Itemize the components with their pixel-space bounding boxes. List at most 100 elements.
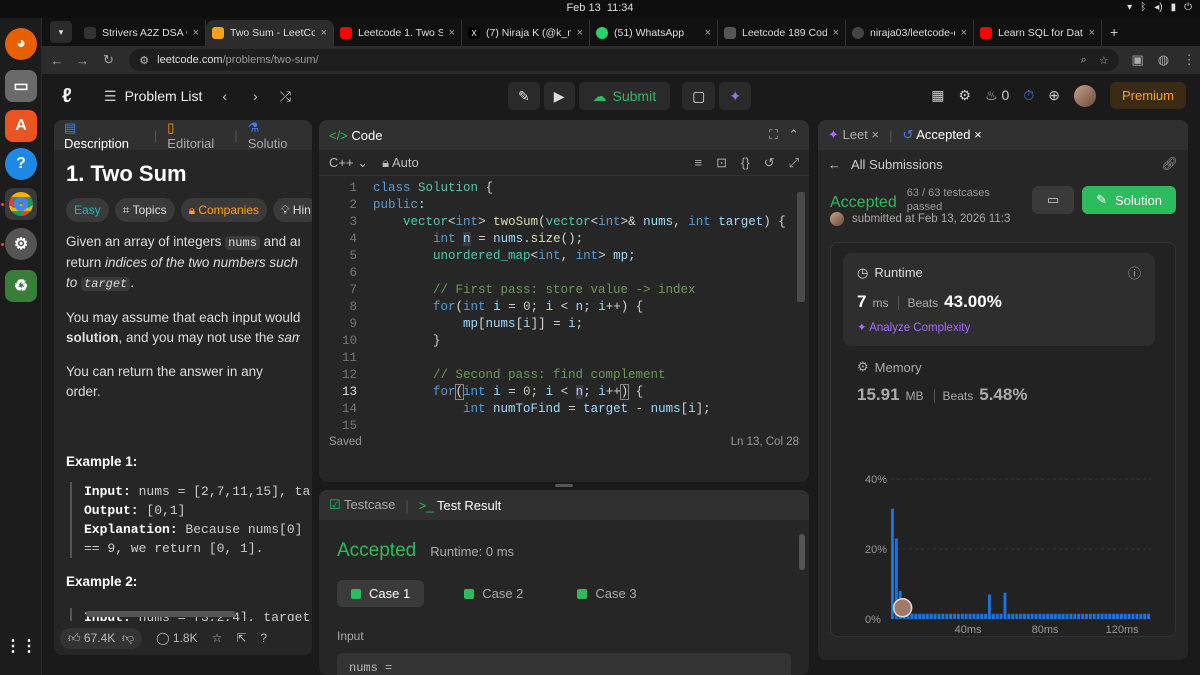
distribution-bar[interactable] — [1038, 613, 1042, 619]
your-submission-marker[interactable] — [892, 598, 913, 618]
thumbs-down-icon[interactable]: 👎︎ — [122, 631, 134, 645]
fullscreen-icon[interactable]: ⤢ — [789, 155, 799, 171]
distribution-bar[interactable] — [1116, 613, 1119, 619]
tab-test-result[interactable]: >_ Test Result — [419, 498, 502, 513]
format-icon[interactable]: ≡ — [695, 155, 703, 171]
browser-tab[interactable]: X (7) Niraja K (@k_nir × — [462, 20, 590, 46]
avatar[interactable] — [1073, 84, 1096, 107]
leetcode-logo[interactable]: ℓ — [62, 85, 82, 107]
distribution-bar[interactable] — [937, 613, 941, 619]
distribution-bar[interactable] — [1053, 613, 1057, 619]
distribution-bar[interactable] — [1131, 613, 1135, 619]
close-icon[interactable]: × — [321, 27, 327, 39]
browser-tab[interactable]: Two Sum - LeetCode× — [206, 20, 334, 46]
back-arrow-icon[interactable]: ← — [828, 157, 841, 172]
profile-avatar[interactable]: ◍ — [1152, 52, 1174, 68]
distribution-bar[interactable] — [972, 613, 976, 619]
distribution-bar[interactable] — [1119, 613, 1123, 619]
distribution-bar[interactable] — [1085, 613, 1088, 619]
browser-tab[interactable]: (51) WhatsApp × — [590, 20, 718, 46]
settings-icon[interactable]: ⚙ — [5, 228, 37, 260]
distribution-bar[interactable] — [1069, 613, 1073, 619]
distribution-bar[interactable] — [1065, 613, 1069, 619]
distribution-bar[interactable] — [968, 613, 972, 619]
auto-mode-toggle[interactable]: 🔒︎ Auto — [382, 155, 419, 171]
distribution-bar[interactable] — [949, 613, 953, 619]
reset-icon[interactable]: ↺ — [764, 155, 775, 171]
distribution-bar[interactable] — [976, 613, 980, 619]
distribution-bar[interactable] — [1123, 613, 1127, 619]
case-tab-1[interactable]: Case 1 — [337, 580, 425, 607]
menu-icon[interactable]: ⋮ — [1178, 52, 1200, 68]
all-submissions-link[interactable]: All Submissions — [851, 157, 943, 172]
distribution-bar[interactable] — [1147, 613, 1150, 619]
distribution-bar[interactable] — [925, 613, 929, 619]
like-button[interactable]: 👍︎ 67.4K 👎︎ — [60, 627, 143, 649]
distribution-bar[interactable] — [910, 613, 914, 619]
app-center-icon[interactable]: A — [5, 110, 37, 142]
distribution-bar[interactable] — [964, 613, 968, 619]
hint-chip[interactable]: 💡︎ Hin — [273, 198, 312, 222]
solution-button[interactable]: ✎ Solution — [1082, 186, 1176, 214]
new-tab-button[interactable]: + — [1102, 24, 1126, 46]
layout-icon[interactable]: ▦ — [931, 87, 944, 104]
distribution-bar[interactable] — [953, 613, 956, 619]
zoom-icon[interactable]: ⌕ — [1081, 54, 1087, 67]
distribution-bar[interactable] — [941, 613, 945, 619]
code-editor[interactable]: 1 2 3 4 5 6 7 8 9 10 11 12 13 14 15 class Solution { p… — [319, 176, 809, 433]
star-icon[interactable]: ☆ — [212, 631, 223, 645]
close-icon[interactable]: × — [833, 27, 839, 39]
distribution-bar[interactable] — [922, 613, 925, 619]
memory-card[interactable]: ⚙ Memory 15.91 MB Beats 5.48% — [857, 359, 1027, 405]
site-info-icon[interactable]: ⚙ — [139, 54, 149, 67]
tab-solutions[interactable]: ⚗ Solutio — [248, 120, 302, 151]
distribution-bar[interactable] — [1143, 613, 1147, 619]
distribution-bar[interactable] — [929, 613, 933, 619]
distribution-bar[interactable] — [1127, 613, 1131, 619]
debug-button[interactable]: ✎ — [508, 82, 540, 110]
distribution-bar[interactable] — [945, 613, 949, 619]
browser-tab[interactable]: Strivers A2Z DSA Co× — [78, 20, 206, 46]
tab-leet[interactable]: ✦ Leet × — [828, 127, 879, 143]
comments-button[interactable]: ◯ 1.8K — [156, 631, 197, 645]
close-icon[interactable]: × — [577, 27, 583, 39]
distribution-bar[interactable] — [1096, 613, 1100, 619]
bookmark-icon[interactable]: ⊡ — [716, 155, 727, 171]
distribution-bar[interactable] — [1034, 613, 1038, 619]
distribution-bar[interactable] — [984, 613, 988, 619]
bookmark-star-icon[interactable]: ☆ — [1099, 54, 1109, 67]
distribution-bar[interactable] — [1046, 613, 1050, 619]
extensions-icon[interactable]: ▣ — [1127, 52, 1149, 68]
link-icon[interactable]: 🔗︎ — [1161, 156, 1178, 172]
browser-tab[interactable]: Leetcode 1. Two Su × — [334, 20, 462, 46]
distribution-bar[interactable] — [1042, 613, 1046, 619]
distribution-bar[interactable] — [1135, 613, 1139, 619]
horizontal-scrollbar[interactable] — [86, 611, 236, 617]
distribution-bar[interactable] — [988, 594, 991, 620]
maximize-icon[interactable]: ⛶ — [769, 127, 778, 143]
distribution-bar[interactable] — [1104, 613, 1108, 619]
tab-editorial[interactable]: ▯ Editorial — [167, 120, 224, 151]
tab-description[interactable]: ▤ Description — [64, 120, 144, 151]
panel-resize-handle[interactable] — [555, 484, 573, 487]
problem-list-nav[interactable]: ☰ Problem List ‹ › ⤮ — [104, 88, 291, 105]
streak-counter[interactable]: ♨ 0 — [985, 87, 1009, 104]
close-icon[interactable]: × — [705, 27, 711, 39]
tab-search-button[interactable]: ▾ — [50, 21, 72, 43]
address-bar[interactable]: ⚙ leetcode.com/problems/two-sum/ ⌕ ☆ — [129, 49, 1119, 71]
next-problem-icon[interactable]: › — [253, 88, 258, 104]
distribution-bar[interactable] — [1015, 613, 1019, 619]
firefox-icon[interactable]: ◕ — [5, 28, 37, 60]
distribution-bar[interactable] — [1139, 613, 1143, 619]
back-icon[interactable]: ← — [46, 53, 68, 68]
distribution-bar[interactable] — [933, 613, 937, 619]
close-icon[interactable]: × — [193, 27, 199, 39]
system-clock[interactable]: Feb 13 11:34 — [0, 2, 1200, 14]
distribution-bar[interactable] — [1112, 613, 1116, 619]
topics-chip[interactable]: ⌗ Topics — [114, 198, 175, 222]
distribution-bar[interactable] — [914, 613, 918, 619]
distribution-bar[interactable] — [1073, 613, 1077, 619]
distribution-bar[interactable] — [991, 613, 995, 619]
distribution-bar[interactable] — [1022, 613, 1026, 619]
reload-icon[interactable]: ↻ — [98, 52, 120, 68]
